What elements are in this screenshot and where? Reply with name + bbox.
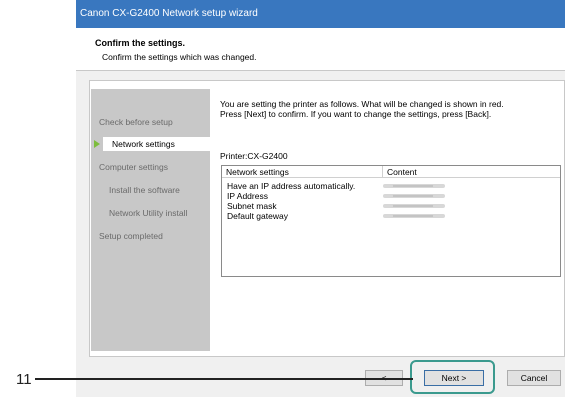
current-step-arrow-icon <box>94 140 100 148</box>
table-row-label: Subnet mask <box>227 201 277 211</box>
redacted-value <box>383 214 445 218</box>
content-panel: Check before setup Network settings Comp… <box>89 80 565 357</box>
step-network-utility-install: Network Utility install <box>109 208 188 218</box>
step-computer-settings: Computer settings <box>99 162 168 172</box>
page-subtitle: Confirm the settings which was changed. <box>102 52 257 62</box>
printer-label: Printer:CX-G2400 <box>220 151 288 161</box>
window-title: Canon CX-G2400 Network setup wizard <box>76 0 565 28</box>
column-header-content: Content <box>383 166 560 178</box>
steps-sidebar: Check before setup Network settings Comp… <box>91 89 210 351</box>
page-title: Confirm the settings. <box>95 38 186 48</box>
redacted-value <box>383 194 445 198</box>
next-button-highlight <box>410 360 495 394</box>
wizard-header: Confirm the settings. Confirm the settin… <box>76 28 565 71</box>
info-line-2: Press [Next] to confirm. If you want to … <box>220 109 492 119</box>
step-setup-completed: Setup completed <box>99 231 163 241</box>
column-header-network-settings: Network settings <box>222 166 382 178</box>
step-network-settings: Network settings <box>103 137 210 151</box>
info-line-1: You are setting the printer as follows. … <box>220 99 504 109</box>
setup-wizard-window: Canon CX-G2400 Network setup wizard Conf… <box>76 0 565 397</box>
cancel-button[interactable]: Cancel <box>507 370 561 386</box>
table-row-label: Have an IP address automatically. <box>227 181 356 191</box>
settings-table[interactable]: Network settings Content Have an IP addr… <box>221 165 561 277</box>
table-row-label: Default gateway <box>227 211 288 221</box>
table-row-label: IP Address <box>227 191 268 201</box>
redacted-value <box>383 204 445 208</box>
callout-number: 11 <box>16 371 32 388</box>
step-check-before-setup: Check before setup <box>99 117 173 127</box>
redacted-value <box>383 184 445 188</box>
step-install-software: Install the software <box>109 185 180 195</box>
callout-leader-line <box>35 378 413 380</box>
info-text: You are setting the printer as follows. … <box>220 99 560 119</box>
